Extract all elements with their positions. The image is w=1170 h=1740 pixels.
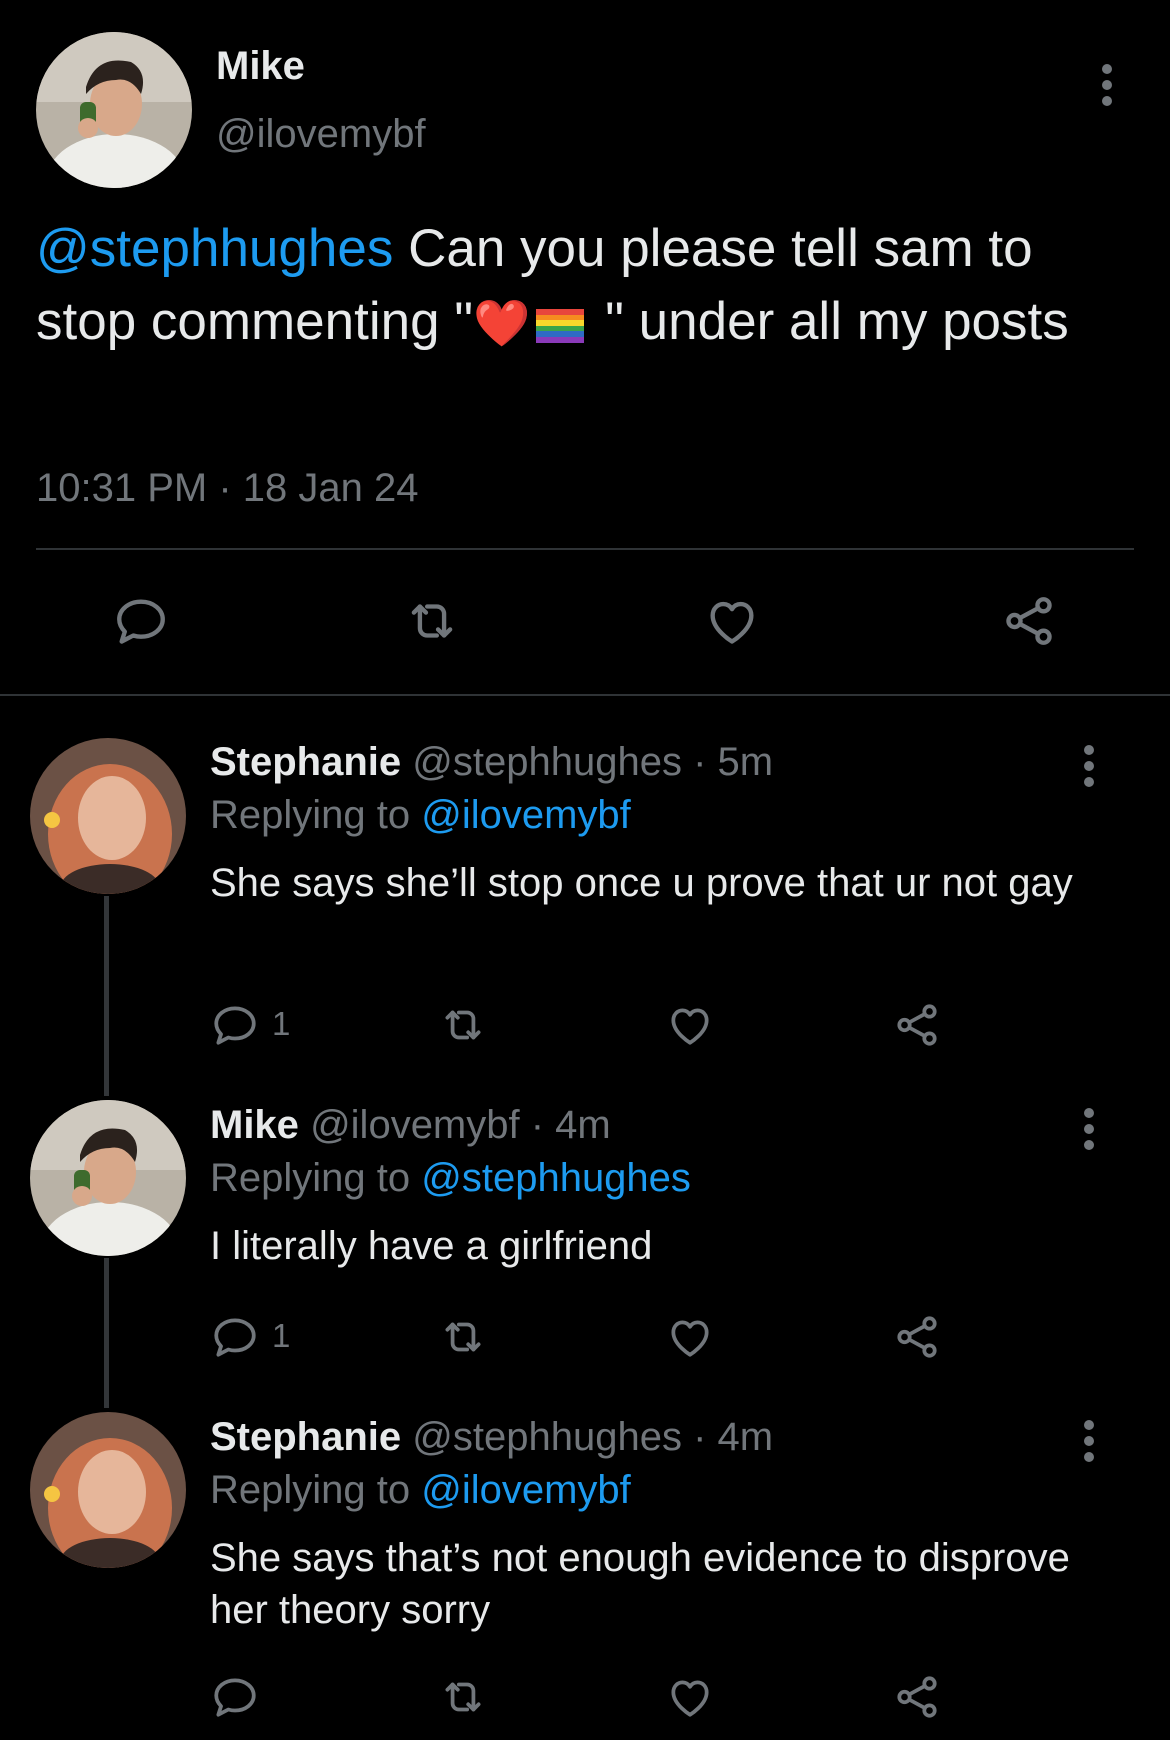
reply-text: I literally have a girlfriend [210,1224,653,1268]
reply-count: 1 [272,1317,291,1354]
share-icon[interactable] [1000,592,1058,650]
thread-line [104,896,109,1096]
reply-text: She says that’s not enough evidence to d… [210,1536,1070,1632]
replying-to-label: Replying to [210,1468,422,1512]
replying-to-link[interactable]: @ilovemybf [421,793,631,837]
replying-to: Replying to @ilovemybf [210,1468,631,1513]
reply-handle-time: @stephhughes · 4m [412,1415,774,1459]
share-icon[interactable] [892,1672,942,1722]
retweet-icon[interactable] [438,1672,488,1722]
reply-text: She says she’ll stop once u prove that u… [210,861,1073,905]
tweet-text-part2: " under all my posts [590,292,1069,351]
avatar-mike[interactable] [36,32,192,188]
like-icon[interactable] [665,1672,715,1722]
replying-to-label: Replying to [210,1156,422,1200]
reply-icon[interactable] [210,1000,260,1050]
reply-author-name[interactable]: Mike [210,1103,299,1147]
more-options-icon[interactable] [1082,1420,1096,1462]
heart-emoji: ❤️ [473,297,531,349]
tweet-timestamp: 10:31 PM · 18 Jan 24 [36,466,419,510]
avatar-mike[interactable] [30,1100,186,1256]
tweet-text: @stephhughes Can you please tell sam to … [36,212,1136,362]
replying-to-link[interactable]: @ilovemybf [421,1468,631,1512]
reply-icon[interactable] [112,592,170,650]
mention-link[interactable]: @stephhughes [36,219,393,278]
avatar-stephanie[interactable] [30,1412,186,1568]
reply-count: 1 [272,1005,291,1042]
like-icon[interactable] [703,592,761,650]
retweet-icon[interactable] [403,592,461,650]
like-icon[interactable] [665,1000,715,1050]
reply-author-name[interactable]: Stephanie [210,1415,401,1459]
author-handle: @ilovemybf [216,112,426,156]
retweet-icon[interactable] [438,1312,488,1362]
reply-handle-time: @stephhughes · 5m [412,740,774,784]
author-name: Mike [216,44,305,88]
rainbow-flag-icon [536,289,585,362]
replying-to-link[interactable]: @stephhughes [421,1156,691,1200]
like-icon[interactable] [665,1312,715,1362]
more-options-icon[interactable] [1082,745,1096,787]
more-options-icon[interactable] [1100,64,1114,106]
avatar-stephanie[interactable] [30,738,186,894]
replying-to: Replying to @stephhughes [210,1156,691,1201]
reply-author-name[interactable]: Stephanie [210,740,401,784]
replying-to-label: Replying to [210,793,422,837]
reply-header: Mike @ilovemybf · 4m [210,1103,611,1148]
reply-icon[interactable] [210,1312,260,1362]
replying-to: Replying to @ilovemybf [210,793,631,838]
divider [36,548,1134,550]
thread-line [104,1258,109,1408]
section-divider [0,694,1170,696]
share-icon[interactable] [892,1312,942,1362]
reply-icon[interactable] [210,1672,260,1722]
reply-header: Stephanie @stephhughes · 5m [210,740,773,785]
retweet-icon[interactable] [438,1000,488,1050]
share-icon[interactable] [892,1000,942,1050]
reply-handle-time: @ilovemybf · 4m [310,1103,611,1147]
more-options-icon[interactable] [1082,1108,1096,1150]
reply-header: Stephanie @stephhughes · 4m [210,1415,773,1460]
